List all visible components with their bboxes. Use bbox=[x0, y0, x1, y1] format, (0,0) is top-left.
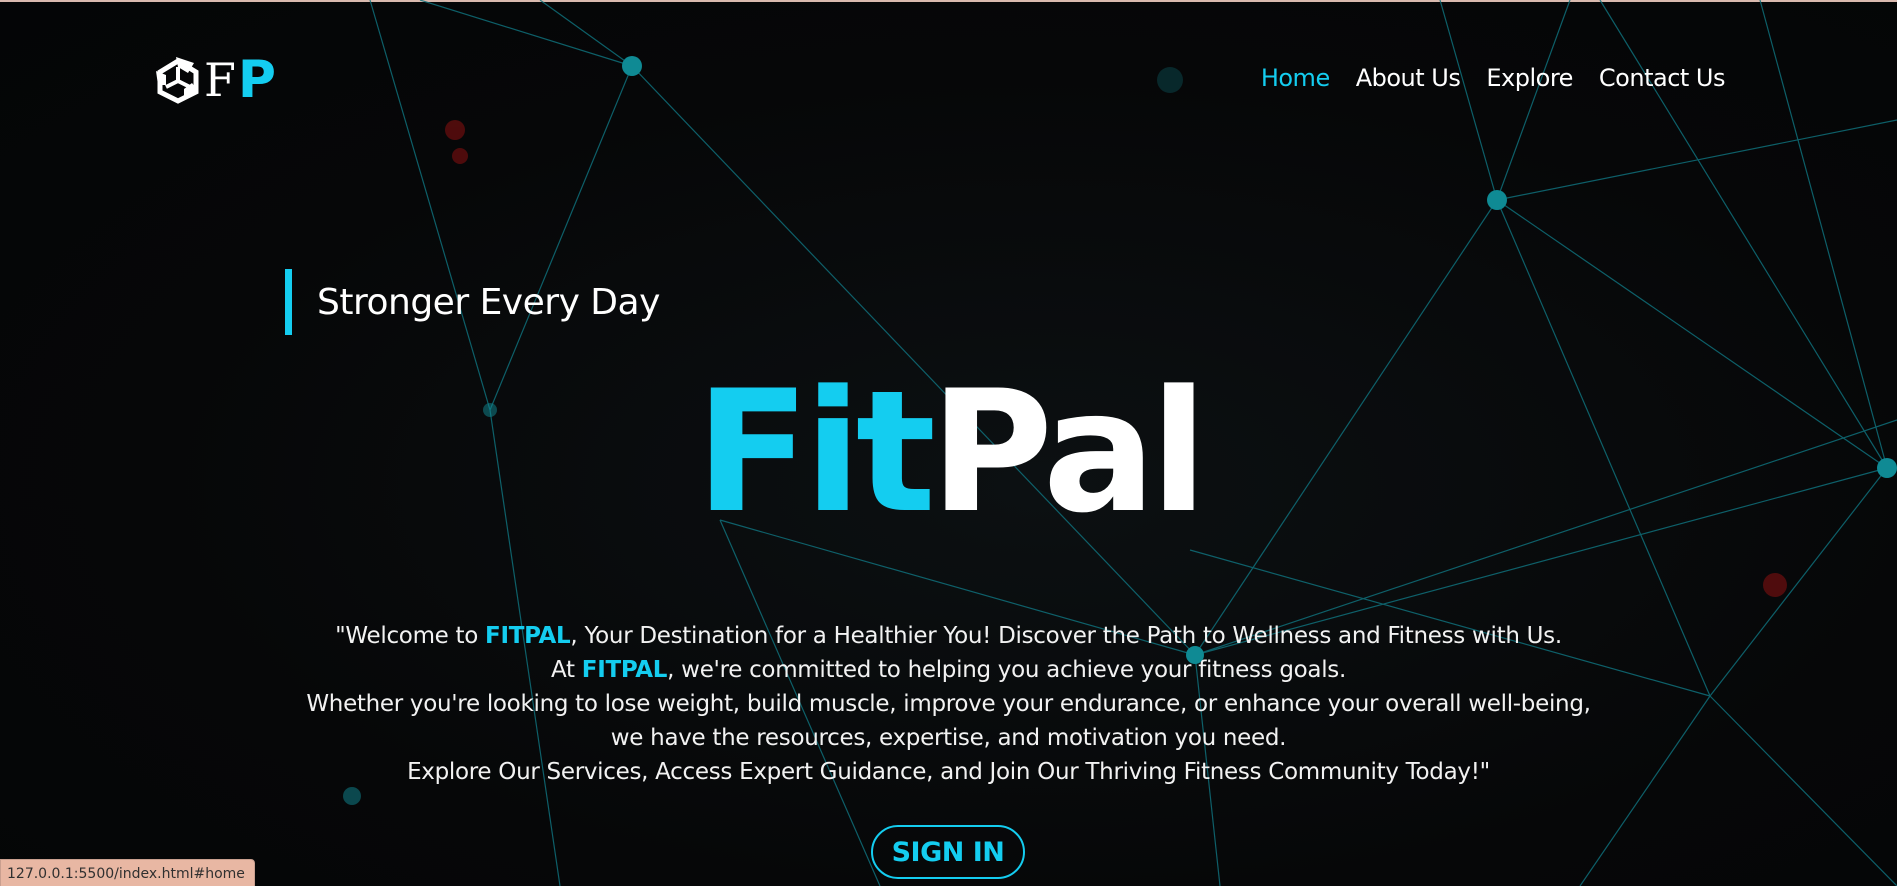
fitpal-highlight: FITPAL bbox=[581, 657, 668, 683]
description-line-3: Whether you're looking to lose weight, b… bbox=[306, 691, 1591, 717]
site-logo[interactable]: F P bbox=[154, 52, 276, 108]
main-nav: Home About Us Explore Contact Us bbox=[1261, 64, 1726, 92]
nav-about-us-link[interactable]: About Us bbox=[1356, 64, 1461, 92]
description-line-1: "Welcome to FITPAL, Your Destination for… bbox=[335, 623, 1562, 649]
tagline-accent-bar bbox=[285, 269, 292, 335]
nav-explore-link[interactable]: Explore bbox=[1486, 64, 1573, 92]
description-line-5: Explore Our Services, Access Expert Guid… bbox=[407, 759, 1490, 785]
hero-description: "Welcome to FITPAL, Your Destination for… bbox=[0, 619, 1897, 789]
fitpal-highlight: FITPAL bbox=[485, 623, 571, 649]
logo-letter-p: P bbox=[237, 50, 277, 110]
brand-pal: Pal bbox=[930, 354, 1208, 550]
status-url: 127.0.0.1:5500/index.html#home bbox=[7, 865, 245, 882]
browser-status-bar: 127.0.0.1:5500/index.html#home bbox=[0, 859, 255, 886]
page: F P Home About Us Explore Contact Us Str… bbox=[0, 0, 1897, 886]
sign-in-button[interactable]: SIGN IN bbox=[871, 825, 1025, 879]
nav-home-link[interactable]: Home bbox=[1261, 64, 1330, 92]
hero-tagline: Stronger Every Day bbox=[285, 268, 660, 336]
unity-style-cube-icon bbox=[156, 57, 199, 104]
logo-letter-f: F bbox=[204, 53, 236, 107]
hero-brand-title: FitPal bbox=[0, 368, 1897, 536]
nav-contact-us-link[interactable]: Contact Us bbox=[1599, 64, 1726, 92]
description-line-4: we have the resources, expertise, and mo… bbox=[610, 725, 1287, 751]
brand-fit: Fit bbox=[695, 354, 936, 550]
description-line-2: At FITPAL, we're committed to helping yo… bbox=[551, 657, 1346, 683]
tagline-text: Stronger Every Day bbox=[317, 281, 660, 323]
